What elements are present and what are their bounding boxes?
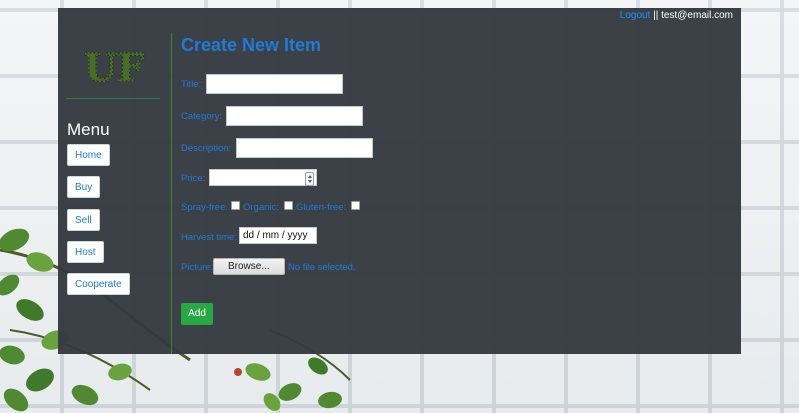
organic-checkbox[interactable] [284, 201, 293, 210]
picture-label: Picture: [181, 262, 214, 273]
title-label: Title: [181, 79, 202, 90]
price-label: Price: [181, 173, 206, 184]
svg-text:UF: UF [84, 45, 144, 89]
sidebar-divider [66, 98, 160, 99]
title-input[interactable] [206, 74, 343, 94]
menu-title: Menu [67, 120, 110, 139]
nav-host-button[interactable]: Host [67, 241, 104, 263]
main-panel: Logout || test@email.com UF UF Menu Home… [58, 8, 741, 354]
spray-free-checkbox[interactable] [231, 201, 240, 210]
content-divider [171, 33, 172, 354]
nav-buy-button[interactable]: Buy [67, 176, 101, 198]
organic-label: Organic: [243, 202, 279, 213]
category-label: Category: [181, 111, 223, 122]
gluten-free-label: Gluten-free: [296, 202, 347, 213]
user-separator: || [650, 10, 662, 21]
site-logo: UF UF [83, 44, 144, 89]
file-status-text: No file selected. [288, 262, 356, 273]
form-title: Create New Item [181, 35, 322, 55]
description-input[interactable] [236, 138, 373, 158]
description-label: Description: [181, 143, 232, 154]
price-input[interactable] [209, 169, 317, 186]
user-email: test@email.com [661, 10, 733, 21]
spray-free-label: Spray-free: [181, 202, 228, 213]
user-bar: Logout || test@email.com [620, 10, 733, 21]
add-button[interactable]: Add [181, 303, 213, 325]
price-stepper-icon[interactable] [305, 172, 314, 186]
harvest-time-input[interactable]: dd / mm / yyyy [239, 227, 317, 244]
nav-home-button[interactable]: Home [67, 144, 110, 166]
nav-cooperate-button[interactable]: Cooperate [67, 273, 130, 295]
logout-link[interactable]: Logout [620, 10, 651, 21]
category-input[interactable] [226, 106, 363, 126]
sidebar: UF UF Menu Home Buy Sell Host Cooperate [58, 8, 171, 354]
harvest-time-label: Harvest time: [181, 232, 237, 243]
gluten-free-checkbox[interactable] [351, 201, 360, 210]
browse-button[interactable]: Browse... [213, 258, 285, 275]
nav-sell-button[interactable]: Sell [67, 209, 100, 231]
